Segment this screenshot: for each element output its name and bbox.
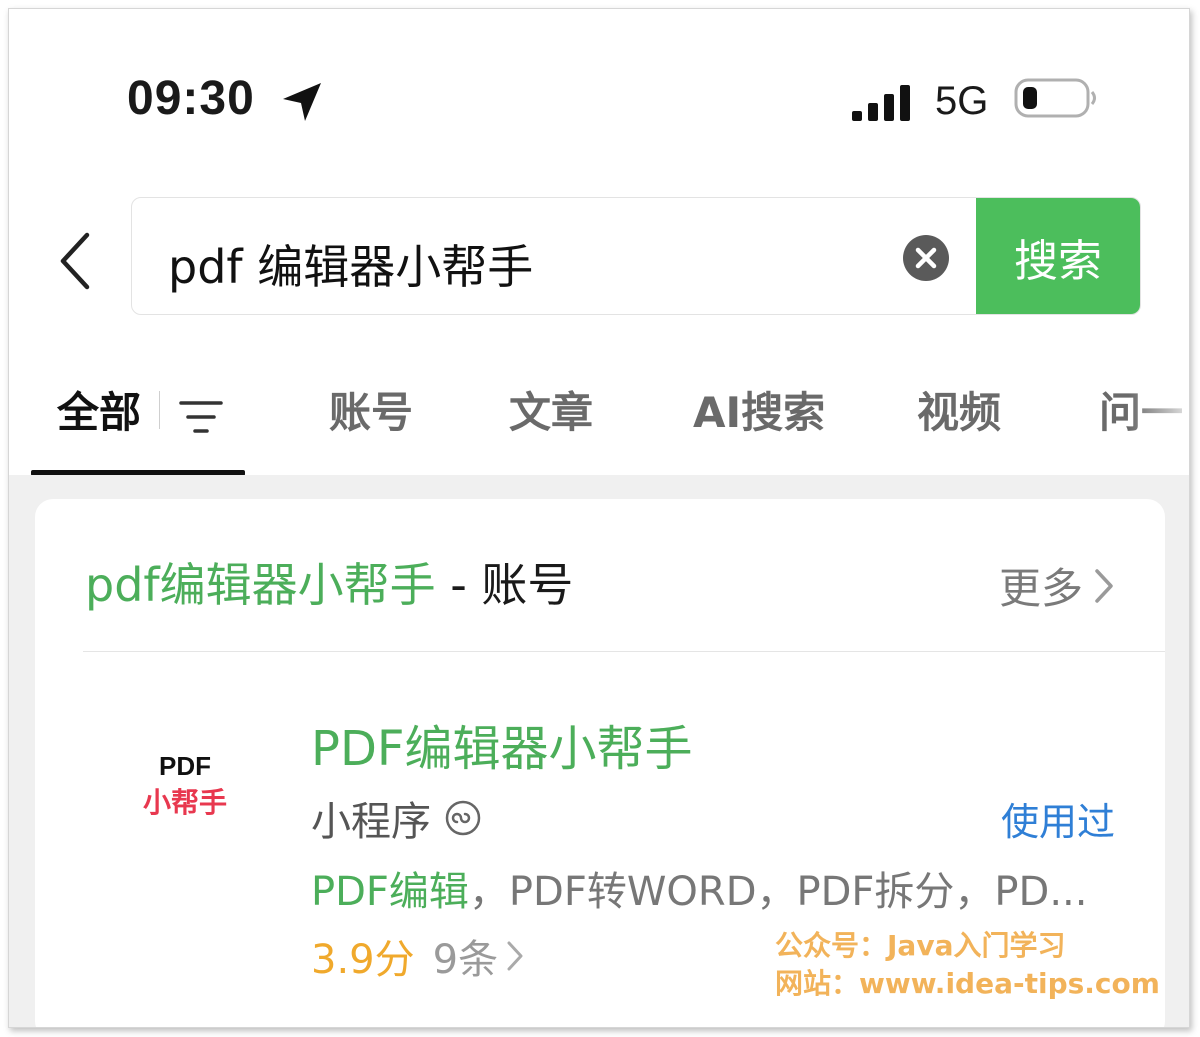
section-title: pdf编辑器小帮手 - 账号 bbox=[85, 549, 573, 615]
search-button[interactable]: 搜索 bbox=[976, 198, 1140, 314]
chevron-right-icon bbox=[507, 941, 523, 971]
section-title-highlight: pdf编辑器小帮手 bbox=[85, 558, 436, 612]
location-arrow-icon bbox=[283, 83, 321, 121]
status-bar: 09:30 5G bbox=[9, 9, 1189, 189]
phone-screenshot: 09:30 5G pdf 编辑器小帮手 搜索 全部 账号 文章 AI搜索 视频 … bbox=[8, 8, 1190, 1028]
tab-videos[interactable]: 视频 bbox=[917, 379, 1001, 440]
more-label: 更多 bbox=[998, 564, 1083, 613]
description-highlight: PDF编辑 bbox=[311, 869, 469, 915]
category-tabs: 全部 账号 文章 AI搜索 视频 问一 bbox=[9, 369, 1189, 476]
tab-all[interactable]: 全部 bbox=[57, 379, 141, 440]
search-input[interactable]: pdf 编辑器小帮手 bbox=[168, 231, 533, 297]
result-description: PDF编辑，PDF转WORD，PDF拆分，PD... bbox=[311, 859, 1111, 917]
logo-text-top: PDF bbox=[159, 751, 211, 781]
chevron-right-icon bbox=[1095, 568, 1113, 603]
logo-text-bottom: 小帮手 bbox=[142, 786, 227, 819]
rating-score: 3.9分 bbox=[311, 937, 415, 983]
description-rest: ，PDF转WORD，PDF拆分，PD... bbox=[468, 869, 1088, 915]
tab-overflow-fade bbox=[1129, 369, 1189, 473]
mini-program-icon bbox=[445, 800, 481, 836]
battery-low-icon bbox=[1014, 78, 1096, 118]
search-bar[interactable]: pdf 编辑器小帮手 搜索 bbox=[131, 197, 1141, 315]
result-title[interactable]: PDF编辑器小帮手 bbox=[311, 709, 693, 779]
rating-row[interactable]: 3.9分 9条 bbox=[311, 927, 524, 985]
section-title-suffix: - 账号 bbox=[435, 558, 574, 612]
result-type-label: 小程序 bbox=[311, 799, 431, 845]
status-time: 09:30 bbox=[127, 72, 255, 125]
network-type: 5G bbox=[935, 79, 989, 123]
filter-lines-icon[interactable] bbox=[179, 399, 223, 435]
watermark-line2: 网站：www.idea-tips.com bbox=[775, 967, 1160, 1000]
used-badge: 使用过 bbox=[1000, 800, 1115, 844]
tab-accounts[interactable]: 账号 bbox=[329, 379, 413, 440]
chevron-left-icon[interactable] bbox=[57, 231, 93, 291]
section-divider bbox=[83, 651, 1165, 652]
clear-circle-icon[interactable] bbox=[902, 234, 950, 282]
rating-count: 9条 bbox=[433, 927, 524, 985]
tab-articles[interactable]: 文章 bbox=[509, 379, 593, 440]
rating-count-text: 9条 bbox=[432, 937, 499, 983]
tab-ai-search[interactable]: AI搜索 bbox=[693, 379, 825, 440]
watermark-line1: 公众号：Java入门学习 bbox=[775, 929, 1066, 962]
more-button[interactable]: 更多 bbox=[999, 555, 1115, 616]
watermark: 公众号：Java入门学习 网站：www.idea-tips.com bbox=[775, 927, 1160, 1003]
cellular-signal-icon bbox=[852, 85, 910, 121]
result-type: 小程序 bbox=[311, 789, 481, 847]
tab-divider bbox=[159, 391, 160, 429]
app-logo[interactable]: PDF 小帮手 bbox=[125, 749, 245, 849]
